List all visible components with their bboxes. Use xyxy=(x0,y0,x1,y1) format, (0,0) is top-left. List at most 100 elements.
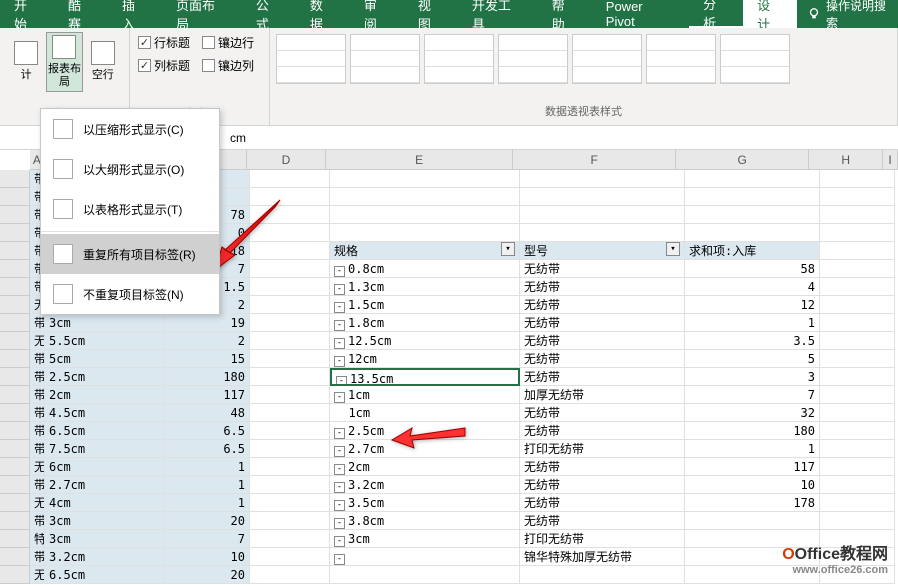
cell-model[interactable]: 无纺带 xyxy=(520,476,685,494)
tab-help[interactable]: 帮助 xyxy=(538,0,592,28)
cell-spec[interactable]: -12cm xyxy=(330,350,520,368)
cell[interactable] xyxy=(250,548,330,566)
cell-model[interactable]: 打印无纺带 xyxy=(520,440,685,458)
cell[interactable] xyxy=(250,404,330,422)
row-number[interactable] xyxy=(0,260,30,278)
cell[interactable]: 带 xyxy=(30,512,45,530)
cell[interactable]: 20 xyxy=(165,566,250,584)
cell[interactable]: 180 xyxy=(165,368,250,386)
expand-icon[interactable]: - xyxy=(334,464,345,475)
col-header-I[interactable]: I xyxy=(883,150,898,169)
cell[interactable]: 带 xyxy=(30,368,45,386)
row-number[interactable] xyxy=(0,296,30,314)
row-number[interactable] xyxy=(0,440,30,458)
cell[interactable]: 3.2cm xyxy=(45,548,165,566)
cell[interactable]: 无纺带 xyxy=(30,566,45,584)
cell-spec[interactable]: -1cm xyxy=(330,386,520,404)
row-number[interactable] xyxy=(0,188,30,206)
tab-design[interactable]: 设计 xyxy=(743,0,797,28)
tab-analyze[interactable]: 分析 xyxy=(689,0,743,28)
cell-model[interactable]: 打印无纺带 xyxy=(520,530,685,548)
cell-sum[interactable]: 3.5 xyxy=(685,332,820,350)
row-number[interactable] xyxy=(0,278,30,296)
cell[interactable]: 19 xyxy=(165,314,250,332)
subtotal-button[interactable]: 计 xyxy=(8,32,44,92)
banded-row-checkbox[interactable]: 镶边行 xyxy=(202,34,254,51)
tab-home[interactable]: 开始 xyxy=(0,0,54,28)
cell-sum[interactable]: 4 xyxy=(685,278,820,296)
cell[interactable] xyxy=(250,566,330,584)
tab-powerpivot[interactable]: Power Pivot xyxy=(592,0,689,28)
cell-spec[interactable]: -3cm xyxy=(330,530,520,548)
menu-tabular-form[interactable]: 以表格形式显示(T) xyxy=(41,189,219,229)
row-number[interactable] xyxy=(0,476,30,494)
expand-icon[interactable]: - xyxy=(334,536,345,547)
expand-icon[interactable]: - xyxy=(334,446,345,457)
cell[interactable]: 7.5cm xyxy=(45,440,165,458)
cell[interactable]: 1 xyxy=(165,494,250,512)
cell-model[interactable]: 无纺带 xyxy=(520,332,685,350)
cell[interactable]: 带 xyxy=(30,404,45,422)
row-number[interactable] xyxy=(0,368,30,386)
expand-icon[interactable]: - xyxy=(334,554,345,565)
cell-model[interactable]: 无纺带 xyxy=(520,422,685,440)
col-header-E[interactable]: E xyxy=(326,150,513,169)
cell[interactable]: 1 xyxy=(165,476,250,494)
row-number[interactable] xyxy=(0,314,30,332)
cell[interactable]: 3cm xyxy=(45,314,165,332)
cell[interactable] xyxy=(250,296,330,314)
row-number[interactable] xyxy=(0,404,30,422)
cell[interactable]: 1 xyxy=(165,458,250,476)
row-number[interactable] xyxy=(0,530,30,548)
cell[interactable] xyxy=(250,422,330,440)
cell[interactable]: 6.5cm xyxy=(45,566,165,584)
menu-compact-form[interactable]: 以压缩形式显示(C) xyxy=(41,109,219,149)
cell-model[interactable]: 无纺带 xyxy=(520,314,685,332)
cell[interactable]: 带 xyxy=(30,422,45,440)
cell[interactable]: 带 xyxy=(30,548,45,566)
cell-sum[interactable]: 58 xyxy=(685,260,820,278)
cell[interactable] xyxy=(250,170,330,188)
cell-model[interactable]: 无纺带 xyxy=(520,296,685,314)
cell-sum[interactable]: 1 xyxy=(685,314,820,332)
cell[interactable]: 带 xyxy=(30,440,45,458)
cell-sum[interactable]: 3 xyxy=(685,368,820,386)
expand-icon[interactable]: - xyxy=(334,320,345,331)
cell[interactable]: 无纺带 xyxy=(30,458,45,476)
row-number[interactable] xyxy=(0,332,30,350)
row-number[interactable] xyxy=(0,566,30,584)
cell[interactable]: 48 xyxy=(165,404,250,422)
cell-model[interactable]: 无纺带 xyxy=(520,404,685,422)
cell-sum[interactable]: 178 xyxy=(685,494,820,512)
tab-data[interactable]: 数据 xyxy=(296,0,350,28)
cell[interactable]: 特殊加厚无纺带 xyxy=(30,530,45,548)
cell-model[interactable]: 无纺带 xyxy=(520,494,685,512)
menu-repeat-labels[interactable]: 重复所有项目标签(R) xyxy=(41,234,219,274)
cell[interactable]: 带 xyxy=(30,476,45,494)
expand-icon[interactable]: - xyxy=(334,266,345,277)
filter-icon[interactable]: ▾ xyxy=(666,242,680,256)
cell[interactable]: 带 xyxy=(30,386,45,404)
tab-view[interactable]: 视图 xyxy=(404,0,458,28)
row-number[interactable] xyxy=(0,206,30,224)
cell[interactable] xyxy=(250,494,330,512)
cell-model[interactable]: 无纺带 xyxy=(520,278,685,296)
cell[interactable] xyxy=(250,350,330,368)
col-header-F[interactable]: F xyxy=(513,150,676,169)
cell[interactable]: 20 xyxy=(165,512,250,530)
cell-model[interactable]: 无纺带 xyxy=(520,368,685,386)
col-header-H[interactable]: H xyxy=(809,150,883,169)
menu-outline-form[interactable]: 以大纲形式显示(O) xyxy=(41,149,219,189)
cell-sum[interactable]: 7 xyxy=(685,386,820,404)
row-number[interactable] xyxy=(0,458,30,476)
tab-formula[interactable]: 公式 xyxy=(242,0,296,28)
cell[interactable]: 2.5cm xyxy=(45,368,165,386)
row-header-checkbox[interactable]: 行标题 xyxy=(138,34,190,51)
cell[interactable]: 4.5cm xyxy=(45,404,165,422)
expand-icon[interactable]: - xyxy=(334,338,345,349)
cell-model[interactable]: 无纺带 xyxy=(520,458,685,476)
cell[interactable] xyxy=(250,530,330,548)
cell[interactable]: 无纺带 xyxy=(30,332,45,350)
row-number[interactable] xyxy=(0,422,30,440)
expand-icon[interactable]: - xyxy=(334,500,345,511)
